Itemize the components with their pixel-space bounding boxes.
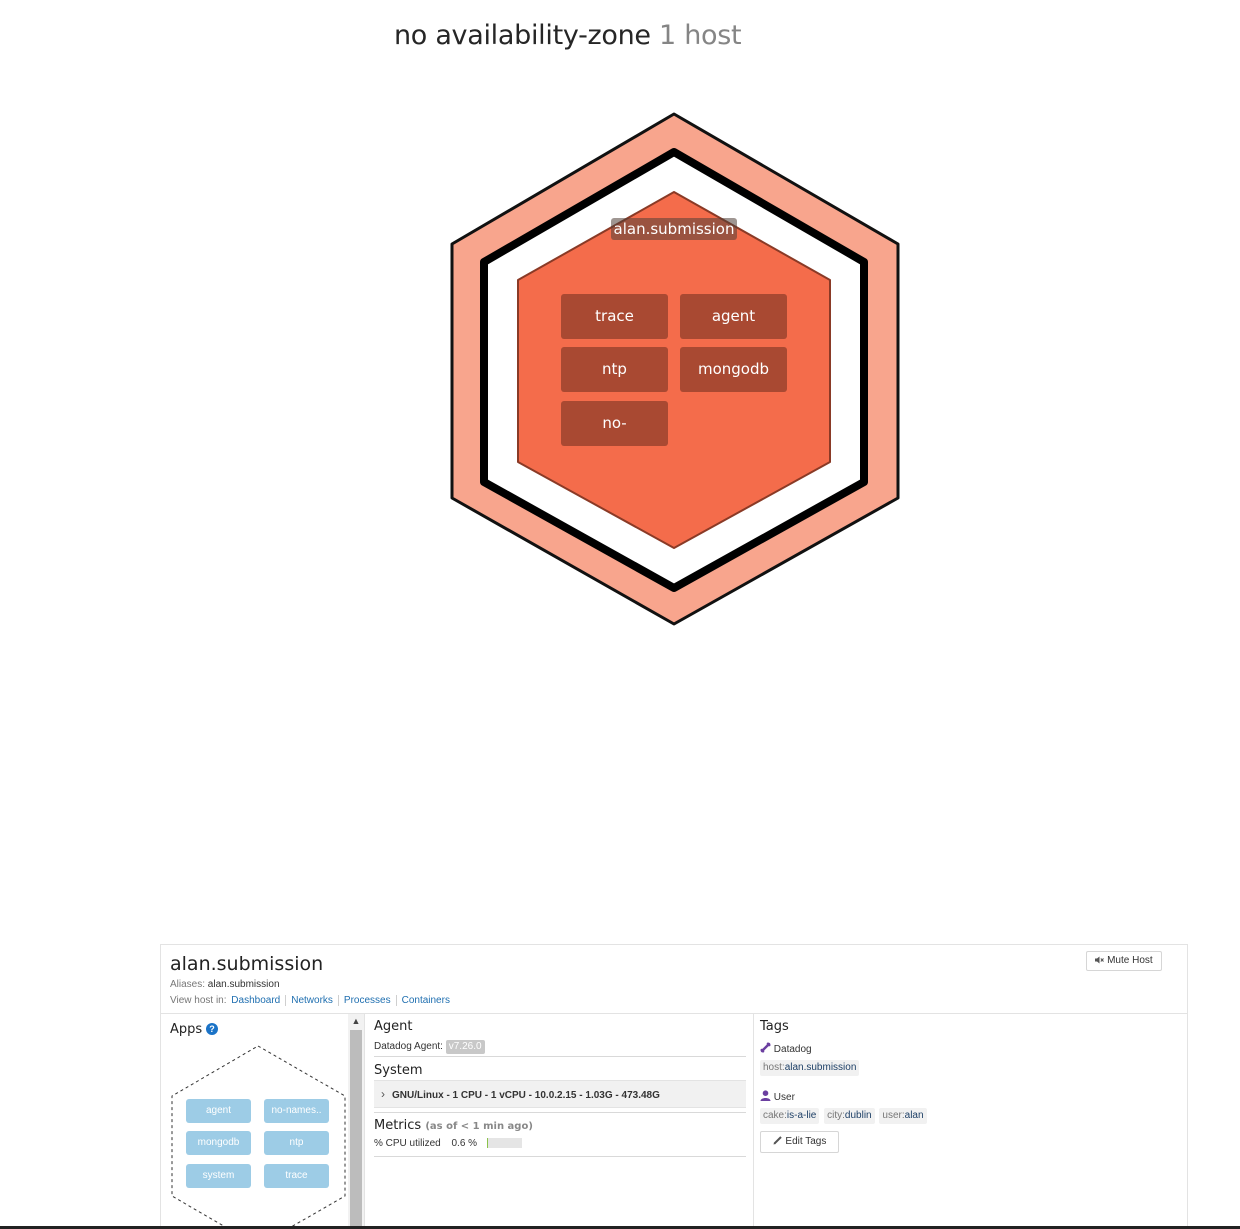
chevron-right-icon[interactable]: › [374,1081,392,1107]
mini-app-agent[interactable]: agent [186,1099,251,1123]
mute-host-button[interactable]: Mute Host [1086,951,1162,971]
zone-title: no availability-zone 1 host [394,20,742,51]
mini-app-ntp[interactable]: ntp [264,1131,329,1155]
metrics-heading: Metrics (as of < 1 min ago) [374,1118,533,1133]
mini-app-system[interactable]: system [186,1164,251,1188]
tag-key: host: [763,1062,785,1073]
aliases: Aliases: alan.submission [170,979,280,990]
cpu-bar [486,1138,522,1149]
app-tile-agent[interactable]: agent [680,294,787,339]
view-in-label: View host in: [170,995,227,1006]
cpu-value: 0.6 % [451,1138,478,1149]
user-icon [760,1090,771,1101]
app-tile-no-namespace[interactable]: no- [561,401,668,446]
apps-section: Apps ? agent no-names.. mongodb ntp syst… [161,1014,350,1229]
link-containers[interactable]: Containers [397,995,455,1006]
user-tags-label: User [773,1092,795,1103]
host-detail-panel: alan.submission Aliases: alan.submission… [160,944,1188,1229]
system-summary: GNU/Linux - 1 CPU - 1 vCPU - 10.0.2.15 -… [392,1090,660,1101]
host-hexagon[interactable] [446,110,906,630]
tag-value: alan [904,1110,924,1121]
mini-app-no-namespace[interactable]: no-names.. [264,1099,329,1123]
user-tags: cake:is-a-lie city:dublin user:alan [760,1108,929,1124]
aliases-value: alan.submission [207,979,280,990]
mini-app-trace[interactable]: trace [264,1164,329,1188]
mini-app-mongodb[interactable]: mongodb [186,1131,251,1155]
agent-line: Datadog Agent: v7.26.0 [374,1040,485,1054]
cpu-metric: % CPU utilized 0.6 % [374,1138,522,1149]
tag-chip[interactable]: city:dublin [824,1108,875,1124]
system-title: System [374,1063,423,1078]
view-host-in: View host in: Dashboard Networks Processes… [170,995,455,1006]
tags-title: Tags [760,1019,789,1034]
speaker-muted-icon [1095,956,1105,964]
panel-header: alan.submission Aliases: alan.submission… [161,945,1187,1014]
scroll-thumb[interactable] [350,1030,362,1229]
tag-value: dublin [844,1110,872,1121]
zone-host-count: 1 host [659,20,742,51]
apps-scrollbar[interactable]: ▲ [348,1014,365,1229]
link-dashboard[interactable]: Dashboard [229,995,287,1006]
agent-version-badge: v7.26.0 [445,1040,485,1054]
metrics-subtitle: (as of < 1 min ago) [425,1121,533,1132]
pencil-icon [773,1136,782,1145]
host-map-page: no availability-zone 1 host alan.submiss… [0,0,1240,1229]
mute-host-label: Mute Host [1107,955,1153,966]
tags-section: Tags Datadog host:alan.submission User c… [754,1014,1186,1229]
edit-tags-label: Edit Tags [785,1136,827,1147]
divider [374,1112,746,1113]
tag-key: city: [827,1110,845,1121]
tag-chip[interactable]: cake:is-a-lie [760,1108,820,1124]
scroll-up-arrow-icon[interactable]: ▲ [348,1014,364,1028]
tag-value: alan.submission [784,1062,857,1073]
host-label[interactable]: alan.submission [611,218,737,240]
tag-chip[interactable]: host:alan.submission [760,1060,860,1076]
divider [374,1056,746,1057]
divider [374,1156,746,1157]
tag-chip[interactable]: user:alan [879,1108,927,1124]
host-info-section: Agent Datadog Agent: v7.26.0 System › GNU… [365,1014,754,1229]
app-tile-ntp[interactable]: ntp [561,347,668,392]
datadog-tags: host:alan.submission [760,1060,861,1076]
zone-name: no availability-zone [394,20,651,51]
app-tile-mongodb[interactable]: mongodb [680,347,787,392]
link-processes[interactable]: Processes [338,995,397,1006]
help-icon[interactable]: ? [206,1023,218,1035]
datadog-tags-label: Datadog [773,1044,812,1055]
tag-key: user: [882,1110,905,1121]
apps-title: Apps [170,1022,203,1037]
agent-title: Agent [374,1019,413,1034]
user-tag-group: User [760,1090,795,1103]
cpu-label: % CPU utilized [374,1138,441,1149]
datadog-tag-group: Datadog [760,1042,812,1055]
datadog-bone-icon [760,1042,771,1053]
system-summary-row[interactable]: › GNU/Linux - 1 CPU - 1 vCPU - 10.0.2.15 … [374,1080,746,1108]
tag-key: cake: [763,1110,787,1121]
metrics-title: Metrics [374,1118,422,1133]
app-tile-trace[interactable]: trace [561,294,668,339]
tag-value: is-a-lie [786,1110,817,1121]
agent-label: Datadog Agent: [374,1041,443,1052]
edit-tags-button[interactable]: Edit Tags [760,1131,839,1153]
aliases-label: Aliases: [170,979,206,990]
link-networks[interactable]: Networks [286,995,339,1006]
panel-host-title: alan.submission [170,953,324,975]
